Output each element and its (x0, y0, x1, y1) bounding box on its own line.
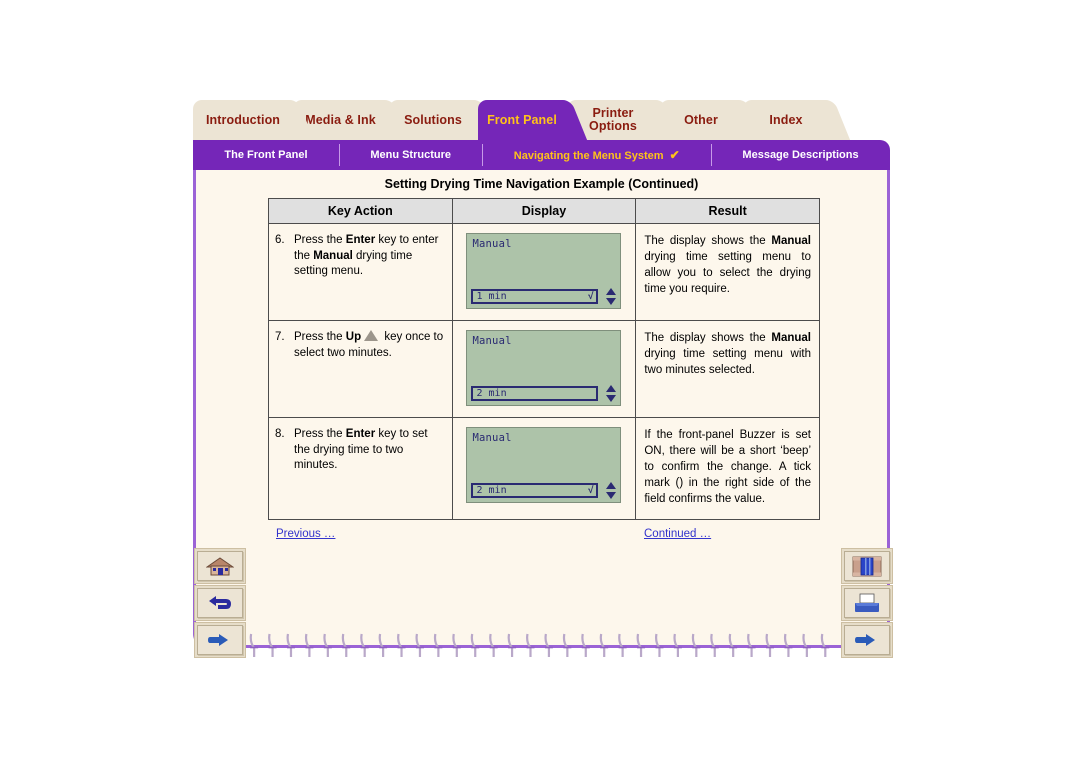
tab-label: Index (769, 112, 803, 127)
lcd-tick-icon: √ (587, 485, 594, 496)
subnav-item-menu-structure[interactable]: Menu Structure (338, 140, 482, 170)
front-panel-lcd: Manual 2 min (466, 330, 622, 406)
lcd-value-field: 2 min (471, 386, 599, 401)
pointer-button-right[interactable] (844, 625, 890, 655)
result-text: The display shows the Manual drying time… (644, 332, 811, 376)
lcd-scroll-arrows-icon (604, 288, 617, 305)
lcd-value-field: 2 min √ (471, 483, 599, 498)
tab-label: Front Panel (487, 112, 557, 127)
check-icon: ✔ (669, 148, 680, 162)
lcd-menu-title: Manual (472, 432, 512, 444)
tab-introduction[interactable]: Introduction (193, 100, 315, 140)
cell-key-action: 7. Press the Up key once to select two mi… (268, 320, 453, 418)
main-tab-strip: Introduction Media & Ink Solutions Front Pa… (193, 100, 890, 142)
cell-result: If the front-panel Buzzer is set ON, the… (635, 417, 820, 520)
front-panel-lcd: Manual 1 min √ (466, 233, 622, 309)
previous-page-link[interactable]: Previous … (276, 528, 335, 540)
bookshelf-index-icon (852, 556, 882, 576)
table-row: 6. Press the Enter key to enter the Manua… (268, 223, 820, 321)
continued-page-link[interactable]: Continued … (644, 528, 711, 540)
tab-label: Other (684, 112, 718, 127)
lcd-value: 2 min (476, 388, 507, 399)
section-subnav-bar: The Front Panel Menu Structure Navigating … (193, 140, 890, 170)
lcd-value-field: 1 min √ (471, 289, 599, 304)
lcd-scroll-arrows-icon (604, 385, 617, 402)
step-number: 7. (275, 331, 285, 343)
subnav-item-the-front-panel[interactable]: The Front Panel (193, 140, 339, 170)
subnav-item-message-descriptions[interactable]: Message Descriptions (711, 140, 890, 170)
tab-label: Media & Ink (305, 112, 376, 127)
pointing-hand-icon (855, 634, 875, 646)
column-header-result: Result (635, 198, 820, 224)
home-button[interactable] (197, 551, 243, 581)
printer-icon (855, 593, 879, 612)
tab-edge (811, 100, 851, 140)
lcd-menu-title: Manual (472, 335, 512, 347)
lcd-value: 2 min (476, 485, 507, 496)
table-body: 6. Press the Enter key to enter the Manua… (268, 223, 820, 520)
table-row: 8. Press the Enter key to set the drying … (268, 417, 820, 520)
index-button[interactable] (844, 551, 890, 581)
print-button[interactable] (844, 588, 890, 618)
step-action-text: Press the Up key once to select two minu… (294, 330, 444, 359)
tab-label: Solutions (404, 112, 462, 127)
back-button[interactable] (197, 588, 243, 618)
pointing-hand-icon (208, 634, 228, 646)
front-panel-lcd: Manual 2 min √ (466, 427, 622, 503)
lcd-scroll-arrows-icon (604, 482, 617, 499)
result-text: The display shows the Manual drying time… (644, 235, 811, 295)
step-number: 8. (275, 428, 285, 440)
up-arrow-icon (364, 330, 379, 341)
pointer-button-left[interactable] (197, 625, 243, 655)
cell-display: Manual 2 min (451, 320, 637, 418)
cell-key-action: 8. Press the Enter key to set the drying … (268, 417, 453, 520)
tab-front-panel[interactable]: Front Panel (478, 100, 588, 140)
lcd-value: 1 min (476, 291, 507, 302)
lcd-tick-icon: √ (587, 291, 594, 302)
home-icon (206, 557, 234, 576)
table-header-row: Key Action Display Result (268, 198, 820, 224)
tab-label: Introduction (205, 112, 281, 127)
back-arrow-icon (209, 596, 231, 609)
cell-result: The display shows the Manual drying time… (635, 320, 820, 418)
step-action-text: Press the Enter key to set the drying ti… (294, 428, 428, 471)
subnav-label: Menu Structure (370, 149, 451, 161)
spiral-binding (231, 633, 830, 657)
subnav-item-navigating-the-menu-system[interactable]: Navigating the Menu System ✔ (482, 140, 711, 170)
lcd-menu-title: Manual (472, 238, 512, 250)
step-number: 6. (275, 234, 285, 246)
cell-result: The display shows the Manual drying time… (635, 223, 820, 321)
cell-key-action: 6. Press the Enter key to enter the Manua… (268, 223, 453, 321)
result-text: If the front-panel Buzzer is set ON, the… (644, 429, 811, 505)
navigation-steps-table: Key Action Display Result 6. Press the En… (268, 198, 820, 520)
tab-label: Printer Options (589, 106, 637, 133)
cell-display: Manual 2 min √ (451, 417, 637, 520)
cell-display: Manual 1 min √ (451, 223, 637, 321)
step-action-text: Press the Enter key to enter the Manual … (294, 234, 439, 277)
subnav-label: The Front Panel (224, 149, 308, 161)
table-row: 7. Press the Up key once to select two mi… (268, 320, 820, 418)
subnav-label: Navigating the Menu System (513, 150, 664, 162)
column-header-display: Display (451, 198, 637, 224)
column-header-key-action: Key Action (268, 198, 453, 224)
subnav-label: Message Descriptions (742, 149, 859, 161)
document-page: Setting Drying Time Navigation Example (… (193, 170, 890, 648)
page-title: Setting Drying Time Navigation Example (… (384, 177, 699, 191)
